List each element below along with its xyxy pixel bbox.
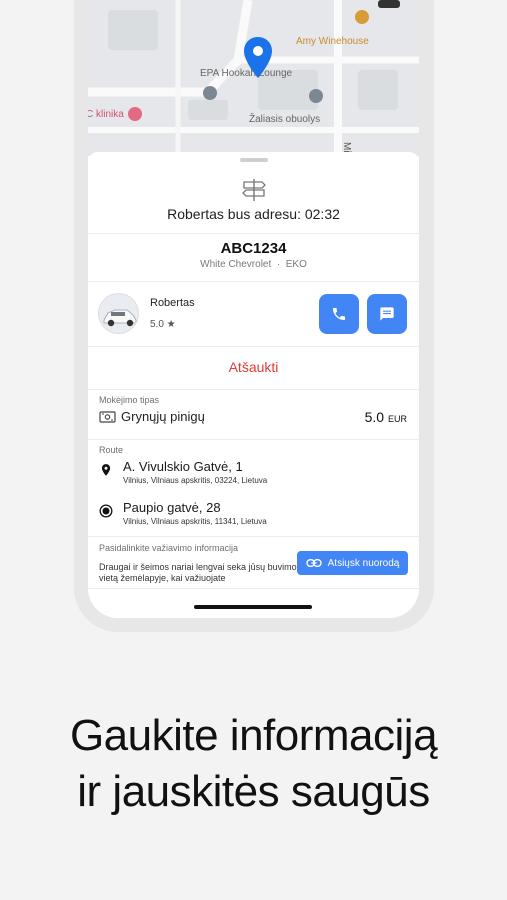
route-stop-subtitle: Vilnius, Vilniaus apskritis, 03224, Liet…	[123, 476, 268, 485]
cash-icon	[99, 410, 116, 423]
divider	[88, 536, 419, 537]
share-description: Draugai ir šeimos nariai lengvai seka jū…	[99, 562, 297, 583]
map-label-zaliasis: Žaliasis obuolys	[249, 114, 321, 125]
divider	[88, 439, 419, 440]
chat-icon	[380, 307, 394, 321]
bar-marker	[355, 10, 369, 24]
map-pin-icon	[244, 37, 272, 78]
divider	[88, 281, 419, 282]
payment-method[interactable]: Grynųjų pinigų	[99, 409, 205, 424]
divider	[88, 588, 419, 589]
phone-icon	[333, 308, 345, 320]
driver-rating: 5.0 ★	[150, 319, 176, 330]
pin-icon	[101, 464, 111, 476]
car-model: White Chevrolet	[200, 259, 272, 270]
map-view[interactable]: Amy Winehouse EPA Hookah Lounge Žaliasis…	[88, 0, 419, 156]
route-label: Route	[99, 445, 124, 455]
map-label-amy: Amy Winehouse	[296, 36, 369, 47]
route-stop-title: A. Vivulskio Gatvė, 1	[123, 459, 243, 474]
message-driver-button[interactable]	[367, 294, 407, 334]
divider	[88, 389, 419, 390]
promo-line-2: ir jauskitės saugūs	[77, 767, 430, 816]
license-plate: ABC1234	[220, 240, 287, 257]
share-label: Pasidalinkite važiavimo informacija	[99, 543, 239, 553]
map-label-klinika: C klinika	[88, 109, 124, 120]
share-link-label: Atsiųsk nuorodą	[327, 557, 400, 569]
trip-sheet: Robertas bus adresu: 02:32 ABC1234 White…	[88, 152, 419, 618]
arrival-time-text: Robertas bus adresu: 02:32	[167, 206, 340, 222]
home-indicator[interactable]	[194, 605, 312, 609]
drag-handle[interactable]	[240, 158, 268, 162]
promo-line-1: Gaukite informaciją	[69, 711, 438, 760]
price-currency: EUR	[387, 414, 407, 424]
price-value: 5.0	[364, 409, 385, 425]
map-label-street: Mi	[341, 142, 352, 153]
route-stop-subtitle: Vilnius, Vilniaus apskritis, 11341, Liet…	[123, 517, 267, 526]
link-icon	[305, 559, 322, 567]
car-description: White Chevrolet · EKO	[88, 259, 419, 270]
divider	[88, 233, 419, 234]
promo-headline: Gaukite informaciją ir jauskitės saugūs	[0, 708, 507, 820]
divider	[88, 346, 419, 347]
driver-avatar	[98, 293, 139, 334]
car-separator: ·	[276, 259, 281, 270]
destination-icon	[99, 504, 113, 518]
share-link-button[interactable]: Atsiųsk nuorodą	[297, 551, 408, 575]
payment-method-label: Grynųjų pinigų	[121, 409, 205, 424]
call-driver-button[interactable]	[319, 294, 359, 334]
hospital-marker	[128, 107, 142, 121]
trip-price: 5.0 EUR	[365, 409, 407, 425]
phone-screen: Amy Winehouse EPA Hookah Lounge Žaliasis…	[88, 0, 419, 618]
place-marker	[309, 89, 323, 103]
route-stop-title: Paupio gatvė, 28	[123, 500, 221, 515]
cancel-ride-button[interactable]: Atšaukti	[88, 359, 419, 375]
car-class: EKO	[285, 259, 307, 270]
driver-name: Robertas	[150, 297, 195, 309]
payment-type-label: Mokėjimo tipas	[99, 395, 160, 405]
place-marker	[203, 86, 217, 100]
signpost-icon	[242, 179, 266, 201]
